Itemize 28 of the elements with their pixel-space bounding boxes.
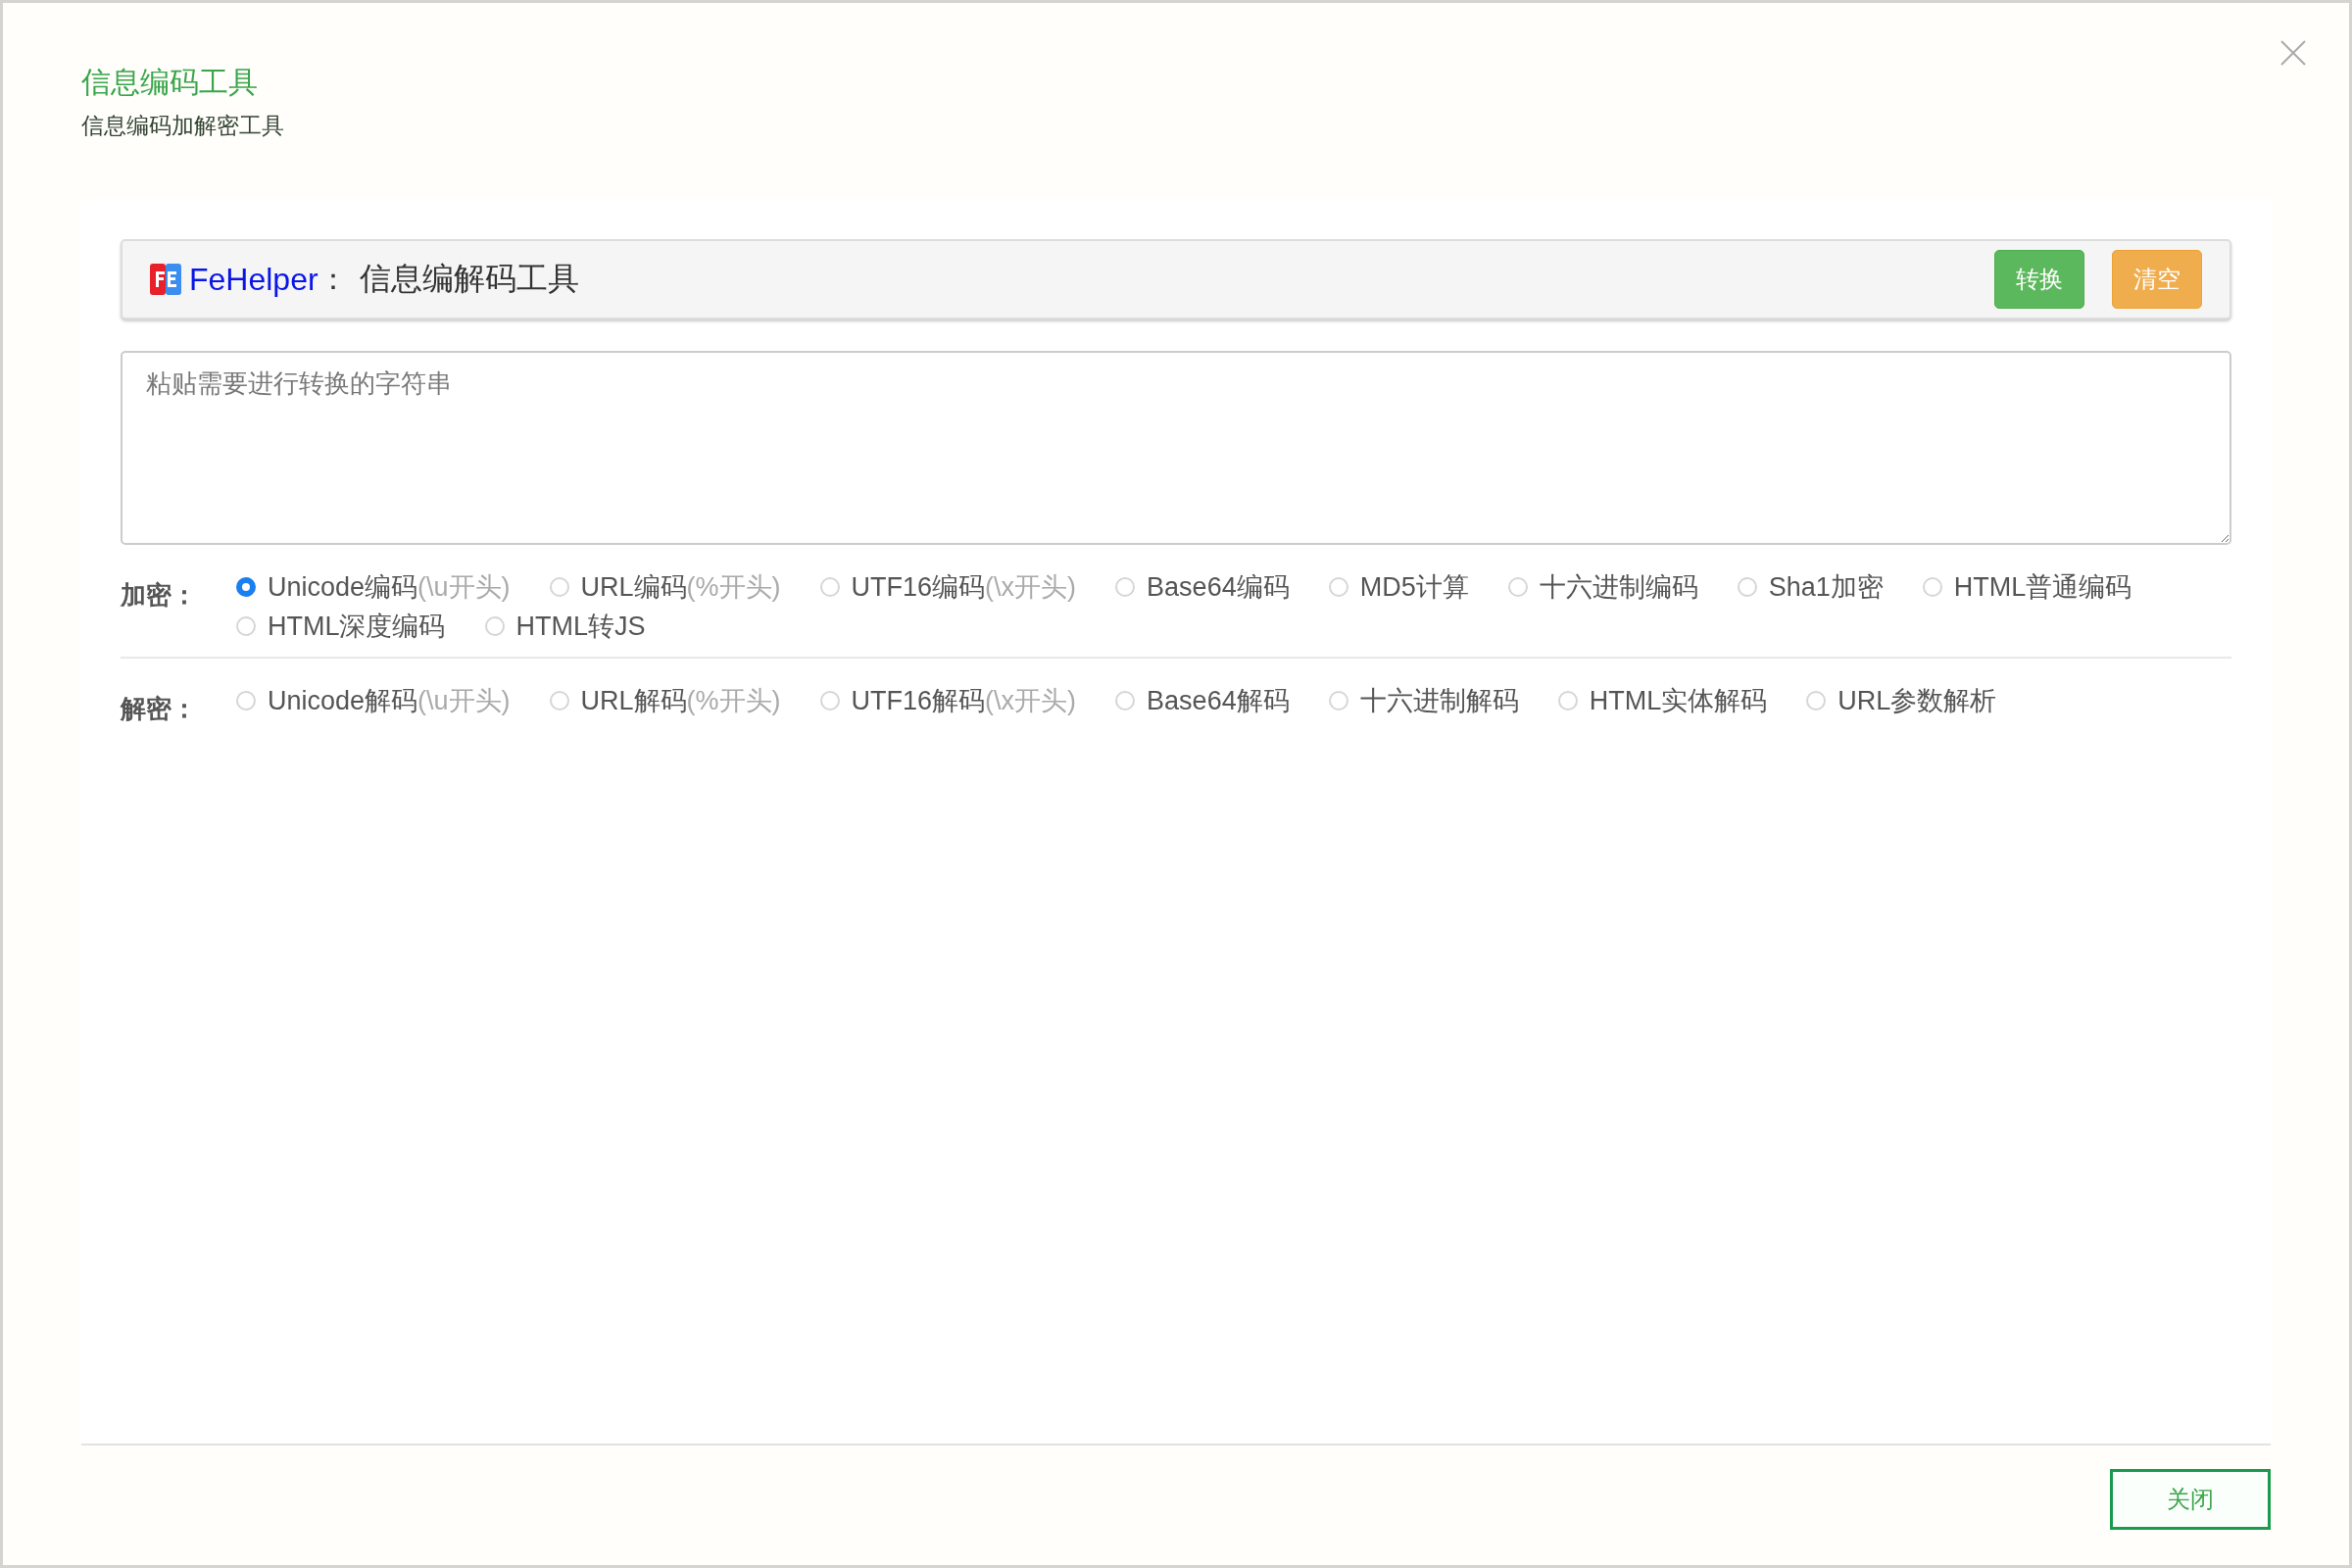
radio-option[interactable]: HTML深度编码 [236,608,446,645]
radio-option[interactable]: HTML转JS [484,608,646,645]
radio-option[interactable]: URL参数解析 [1806,682,1997,719]
close-icon[interactable] [2280,40,2306,66]
dialog-title: 信息编码工具 [81,65,259,100]
radio-option[interactable]: HTML普通编码 [1922,568,2132,606]
input-textarea[interactable]: 粘贴需要进行转换的字符串 [121,351,2231,545]
separator-colon: ： [318,261,348,297]
radio-option[interactable]: HTML实体解码 [1557,682,1768,719]
radio-option[interactable]: URL解码(%开头) [549,682,781,719]
tool-name: 信息编解码工具 [359,260,579,298]
brand-name: FeHelper [189,261,318,298]
radio-option[interactable]: Unicode解码(\u开头) [236,682,511,719]
radio-option[interactable]: 十六进制解码 [1328,682,1519,719]
radio-option[interactable]: MD5计算 [1328,568,1469,606]
radio-option[interactable]: Unicode编码(\u开头) [236,568,511,606]
dialog-subtitle: 信息编码加解密工具 [81,112,285,140]
radio-option[interactable]: URL编码(%开头) [549,568,781,606]
radio-option[interactable]: UTF16编码(\x开头) [819,568,1077,606]
radio-option[interactable]: Base64编码 [1115,568,1290,606]
logo-icon [150,264,181,295]
group-label: 加密： [121,579,198,612]
group-label: 解密： [121,693,198,725]
radio-option[interactable]: 十六进制编码 [1507,568,1698,606]
radio-option[interactable]: Sha1加密 [1737,568,1884,606]
radio-option[interactable]: Base64解码 [1115,682,1290,719]
radio-button[interactable] [236,577,256,597]
radio-option[interactable]: UTF16解码(\x开头) [819,682,1077,719]
